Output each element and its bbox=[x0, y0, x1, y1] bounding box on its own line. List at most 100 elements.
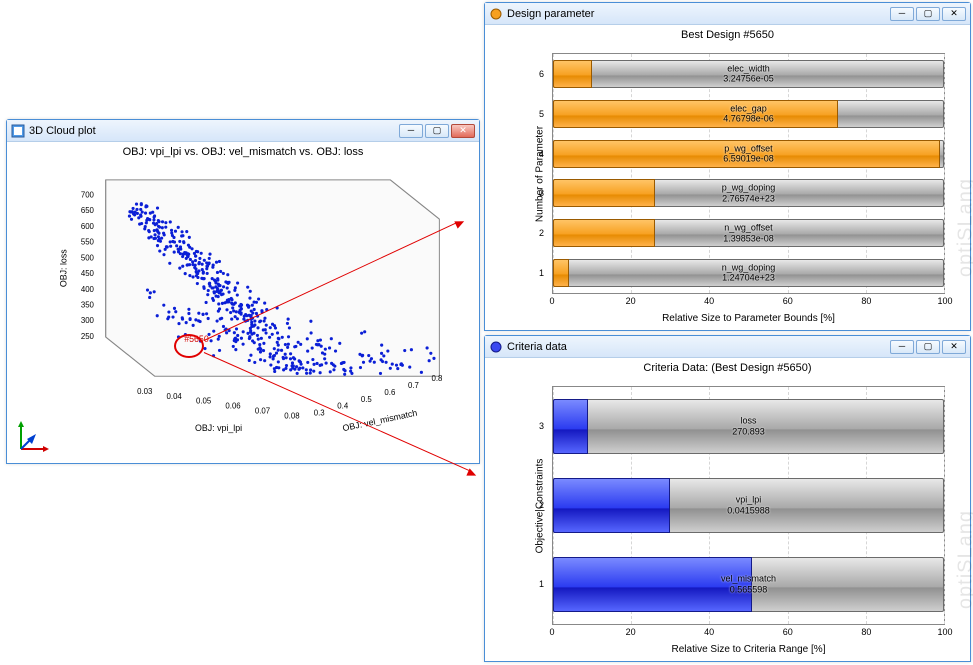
app-icon bbox=[489, 7, 503, 21]
app-icon bbox=[11, 124, 25, 138]
svg-text:400: 400 bbox=[81, 285, 95, 294]
svg-text:0.08: 0.08 bbox=[284, 411, 300, 420]
param-ylabel: Number of Parameter bbox=[535, 125, 546, 221]
param-bar-chart: Number of Parameter elec_width3.24756e-0… bbox=[530, 53, 945, 294]
x-tick: 40 bbox=[704, 296, 714, 306]
bar-row: p_wg_doping2.76574e+233 bbox=[553, 174, 944, 214]
x-tick: 60 bbox=[783, 627, 793, 637]
criteria-title: Criteria data bbox=[507, 341, 890, 353]
bar-row: loss270.8933 bbox=[553, 387, 944, 466]
cloud-titlebar[interactable]: 3D Cloud plot ─ ▢ ✕ bbox=[7, 120, 479, 142]
cloud-chart-area[interactable]: OBJ: vpi_lpi vs. OBJ: vel_mismatch vs. O… bbox=[7, 142, 479, 463]
svg-text:300: 300 bbox=[81, 316, 95, 325]
svg-text:0.3: 0.3 bbox=[314, 409, 326, 418]
bar-fill[interactable] bbox=[553, 100, 838, 128]
bar-label: elec_gap4.76798e-06 bbox=[723, 103, 774, 124]
bar-label: vpi_lpi0.0415988 bbox=[727, 495, 770, 516]
bar-label: p_wg_offset6.59019e-08 bbox=[723, 143, 774, 164]
bar-fill[interactable] bbox=[553, 179, 655, 207]
svg-text:0.05: 0.05 bbox=[196, 397, 212, 406]
svg-text:0.7: 0.7 bbox=[408, 381, 419, 390]
cloud-title: 3D Cloud plot bbox=[29, 125, 399, 137]
bar-fill[interactable] bbox=[553, 478, 670, 533]
y-tick: 1 bbox=[539, 268, 544, 278]
close-button[interactable]: ✕ bbox=[942, 7, 966, 21]
maximize-button[interactable]: ▢ bbox=[916, 340, 940, 354]
y-tick: 2 bbox=[539, 500, 544, 510]
y-tick: 2 bbox=[539, 228, 544, 238]
svg-text:OBJ: loss: OBJ: loss bbox=[58, 249, 68, 287]
svg-text:0.6: 0.6 bbox=[384, 388, 396, 397]
x-tick: 80 bbox=[861, 296, 871, 306]
watermark-text: optiSLang bbox=[955, 510, 973, 609]
y-tick: 1 bbox=[539, 579, 544, 589]
bar-row: vpi_lpi0.04159882 bbox=[553, 466, 944, 545]
svg-text:OBJ: vel_mismatch: OBJ: vel_mismatch bbox=[342, 408, 419, 434]
minimize-button[interactable]: ─ bbox=[890, 7, 914, 21]
bar-label: vel_mismatch0.565598 bbox=[721, 574, 776, 595]
design-parameter-window: Design parameter ─ ▢ ✕ optiSLang Best De… bbox=[484, 2, 971, 331]
param-titlebar[interactable]: Design parameter ─ ▢ ✕ bbox=[485, 3, 970, 25]
svg-text:600: 600 bbox=[81, 222, 95, 231]
bar-row: n_wg_offset1.39853e-082 bbox=[553, 213, 944, 253]
x-tick: 60 bbox=[783, 296, 793, 306]
criteria-xlabel: Relative Size to Criteria Range [%] bbox=[672, 644, 826, 655]
watermark-text: optiSLang bbox=[955, 178, 973, 277]
x-tick: 40 bbox=[704, 627, 714, 637]
svg-text:0.06: 0.06 bbox=[225, 402, 241, 411]
bar-row: vel_mismatch0.5655981 bbox=[553, 545, 944, 624]
bar-fill[interactable] bbox=[553, 219, 655, 247]
arrow-head-criteria bbox=[466, 468, 477, 479]
y-tick: 4 bbox=[539, 149, 544, 159]
criteria-chart-title: Criteria Data: (Best Design #5650) bbox=[485, 358, 970, 378]
bar-label: n_wg_doping1.24704e+23 bbox=[722, 263, 776, 284]
bar-row: n_wg_doping1.24704e+231 bbox=[553, 253, 944, 293]
x-tick: 100 bbox=[937, 627, 952, 637]
cloud3d-plot[interactable]: 250 300 350 400 450 500 550 600 650 700 … bbox=[37, 170, 459, 445]
y-tick: 5 bbox=[539, 109, 544, 119]
x-tick: 100 bbox=[937, 296, 952, 306]
close-button[interactable]: ✕ bbox=[942, 340, 966, 354]
criteria-titlebar[interactable]: Criteria data ─ ▢ ✕ bbox=[485, 336, 970, 358]
minimize-button[interactable]: ─ bbox=[890, 340, 914, 354]
bar-label: loss270.893 bbox=[732, 416, 765, 437]
bar-label: elec_width3.24756e-05 bbox=[723, 64, 774, 85]
param-chart-area[interactable]: optiSLang Best Design #5650 Number of Pa… bbox=[485, 25, 970, 330]
svg-text:0.07: 0.07 bbox=[255, 407, 270, 416]
criteria-data-window: Criteria data ─ ▢ ✕ optiSLang Criteria D… bbox=[484, 335, 971, 662]
minimize-button[interactable]: ─ bbox=[399, 124, 423, 138]
bar-fill[interactable] bbox=[553, 60, 592, 88]
svg-text:OBJ: vpi_lpi: OBJ: vpi_lpi bbox=[195, 423, 242, 433]
close-button[interactable]: ✕ bbox=[451, 124, 475, 138]
criteria-bar-chart: Objective|Constraints loss270.8933vpi_lp… bbox=[530, 386, 945, 625]
svg-text:500: 500 bbox=[81, 253, 95, 262]
svg-text:0.03: 0.03 bbox=[137, 387, 153, 396]
x-tick: 0 bbox=[549, 296, 554, 306]
param-xlabel: Relative Size to Parameter Bounds [%] bbox=[662, 313, 835, 324]
svg-text:450: 450 bbox=[81, 269, 95, 278]
svg-text:650: 650 bbox=[81, 206, 95, 215]
svg-text:0.5: 0.5 bbox=[361, 395, 373, 404]
x-tick: 20 bbox=[626, 627, 636, 637]
bar-fill[interactable] bbox=[553, 259, 569, 287]
cloud-chart-title: OBJ: vpi_lpi vs. OBJ: vel_mismatch vs. O… bbox=[7, 142, 479, 162]
param-chart-title: Best Design #5650 bbox=[485, 25, 970, 45]
bar-row: p_wg_offset6.59019e-084 bbox=[553, 134, 944, 174]
app-icon bbox=[489, 340, 503, 354]
bar-label: n_wg_offset1.39853e-08 bbox=[723, 223, 774, 244]
param-title: Design parameter bbox=[507, 8, 890, 20]
bar-fill[interactable] bbox=[553, 399, 588, 454]
x-tick: 80 bbox=[861, 627, 871, 637]
svg-text:550: 550 bbox=[81, 238, 95, 247]
svg-text:#5650: #5650 bbox=[184, 334, 209, 344]
maximize-button[interactable]: ▢ bbox=[425, 124, 449, 138]
criteria-chart-area[interactable]: optiSLang Criteria Data: (Best Design #5… bbox=[485, 358, 970, 661]
bar-row: elec_width3.24756e-056 bbox=[553, 54, 944, 94]
bar-label: p_wg_doping2.76574e+23 bbox=[722, 183, 776, 204]
x-tick: 0 bbox=[549, 627, 554, 637]
cloud-plot-window: 3D Cloud plot ─ ▢ ✕ OBJ: vpi_lpi vs. OBJ… bbox=[6, 119, 480, 464]
maximize-button[interactable]: ▢ bbox=[916, 7, 940, 21]
svg-text:0.8: 0.8 bbox=[432, 374, 444, 383]
svg-text:0.04: 0.04 bbox=[167, 392, 183, 401]
x-tick: 20 bbox=[626, 296, 636, 306]
